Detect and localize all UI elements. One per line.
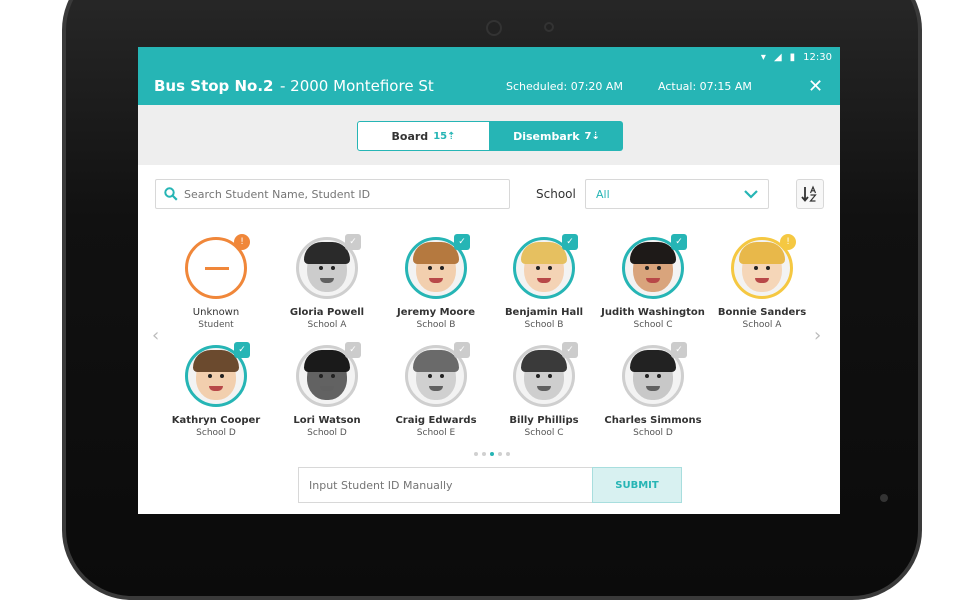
student-card[interactable]: ✓ Charles Simmons School D: [598, 342, 708, 438]
student-card[interactable]: ✓ Gloria Powell School A: [272, 234, 382, 330]
student-name: Bonnie Sanders: [717, 307, 807, 318]
prev-page-icon[interactable]: ‹: [152, 325, 159, 346]
school-label: School: [536, 187, 576, 201]
search-box: [155, 179, 510, 209]
status-time: 12:30: [803, 51, 832, 63]
check-badge-icon: ✓: [234, 342, 250, 358]
dash-icon: [205, 267, 229, 270]
page-dot[interactable]: [474, 452, 478, 456]
submit-button[interactable]: SUBMIT: [592, 467, 682, 503]
student-card[interactable]: ✓ Billy Phillips School C: [489, 342, 599, 438]
avatar: ✓: [405, 342, 470, 407]
school-select-value: All: [596, 187, 610, 201]
student-school: School C: [524, 428, 564, 438]
student-name: Charles Simmons: [604, 415, 702, 426]
app-screen: ▾ ◢ ▮ 12:30 Bus Stop No.2 - 2000 Montefi…: [138, 47, 840, 514]
board-disembark-toggle: Board 15⇡ Disembark 7⇣: [357, 121, 840, 151]
student-school: School C: [633, 320, 673, 330]
student-school: School B: [524, 320, 564, 330]
student-school: School A: [742, 320, 782, 330]
signal-icon: ◢: [773, 51, 782, 63]
page-dot-active[interactable]: [490, 452, 494, 456]
tab-disembark[interactable]: Disembark 7⇣: [490, 121, 623, 151]
scheduled-time: Scheduled: 07:20 AM: [506, 79, 623, 93]
toggle-bar: Board 15⇡ Disembark 7⇣: [138, 105, 840, 165]
disembark-label: Disembark: [513, 129, 580, 143]
avatar: ✓: [296, 234, 361, 299]
student-card[interactable]: ✓ Lori Watson School D: [272, 342, 382, 438]
camera-icon: [486, 20, 502, 36]
stop-address: - 2000 Montefiore St: [280, 77, 434, 95]
student-card-unknown[interactable]: ! Unknown Student: [161, 234, 271, 330]
actual-time: Actual: 07:15 AM: [658, 79, 752, 93]
student-card[interactable]: ! Bonnie Sanders School A: [707, 234, 817, 330]
header-bar: Bus Stop No.2 - 2000 Montefiore St Sched…: [138, 67, 840, 105]
manual-id-box: [298, 467, 593, 503]
search-input[interactable]: [184, 187, 484, 201]
board-label: Board: [391, 129, 429, 143]
check-badge-icon: ✓: [562, 342, 578, 358]
student-card[interactable]: ✓ Benjamin Hall School B: [489, 234, 599, 330]
student-name: Billy Phillips: [509, 415, 579, 426]
avatar: ✓: [185, 342, 250, 407]
check-badge-icon: ✓: [671, 342, 687, 358]
student-school: School B: [416, 320, 456, 330]
student-school: School D: [307, 428, 347, 438]
page-dot[interactable]: [506, 452, 510, 456]
avatar: ✓: [622, 342, 687, 407]
avatar: ✓: [405, 234, 470, 299]
search-icon: [164, 187, 178, 201]
student-card[interactable]: ✓ Jeremy Moore School B: [381, 234, 491, 330]
school-select[interactable]: All: [585, 179, 769, 209]
disembark-count: 7⇣: [584, 130, 600, 142]
home-dot: [880, 494, 888, 502]
student-name: Kathryn Cooper: [171, 415, 261, 426]
close-icon[interactable]: ✕: [808, 76, 823, 97]
student-card[interactable]: ✓ Craig Edwards School E: [381, 342, 491, 438]
student-school: School D: [196, 428, 236, 438]
sort-az-icon: [801, 185, 817, 202]
tab-board[interactable]: Board 15⇡: [357, 121, 490, 151]
check-badge-icon: ✓: [345, 342, 361, 358]
student-name: Gloria Powell: [289, 307, 365, 318]
chevron-down-icon: [744, 190, 758, 199]
student-name: Craig Edwards: [395, 415, 477, 426]
student-school: School D: [633, 428, 673, 438]
wifi-icon: ▾: [760, 51, 766, 63]
battery-icon: ▮: [789, 51, 796, 63]
avatar: ✓: [296, 342, 361, 407]
student-school: School A: [307, 320, 347, 330]
avatar: !: [731, 234, 796, 299]
status-bar: ▾ ◢ ▮ 12:30: [138, 47, 840, 67]
avatar: ✓: [513, 234, 578, 299]
alert-badge-icon: !: [780, 234, 796, 250]
check-badge-icon: ✓: [454, 342, 470, 358]
page-dot[interactable]: [498, 452, 502, 456]
stop-name: Bus Stop No.2: [154, 77, 274, 95]
student-school: School E: [416, 428, 456, 438]
student-name: Unknown: [192, 307, 240, 318]
student-school: Student: [198, 320, 234, 330]
board-count: 15⇡: [433, 130, 456, 142]
student-name: Judith Washington: [601, 307, 705, 318]
sort-button[interactable]: [796, 179, 824, 209]
sensor-icon: [544, 22, 554, 32]
student-card[interactable]: ✓ Judith Washington School C: [598, 234, 708, 330]
check-badge-icon: ✓: [454, 234, 470, 250]
student-name: Lori Watson: [293, 415, 361, 426]
student-card[interactable]: ✓ Kathryn Cooper School D: [161, 342, 271, 438]
check-badge-icon: ✓: [671, 234, 687, 250]
avatar: ✓: [513, 342, 578, 407]
page-indicator: [474, 452, 510, 456]
manual-id-input[interactable]: [309, 478, 579, 492]
check-badge-icon: ✓: [345, 234, 361, 250]
page-dot[interactable]: [482, 452, 486, 456]
student-name: Jeremy Moore: [396, 307, 476, 318]
avatar: ✓: [622, 234, 687, 299]
student-name: Benjamin Hall: [504, 307, 584, 318]
alert-badge-icon: !: [234, 234, 250, 250]
unknown-student-icon: !: [185, 234, 250, 299]
check-badge-icon: ✓: [562, 234, 578, 250]
